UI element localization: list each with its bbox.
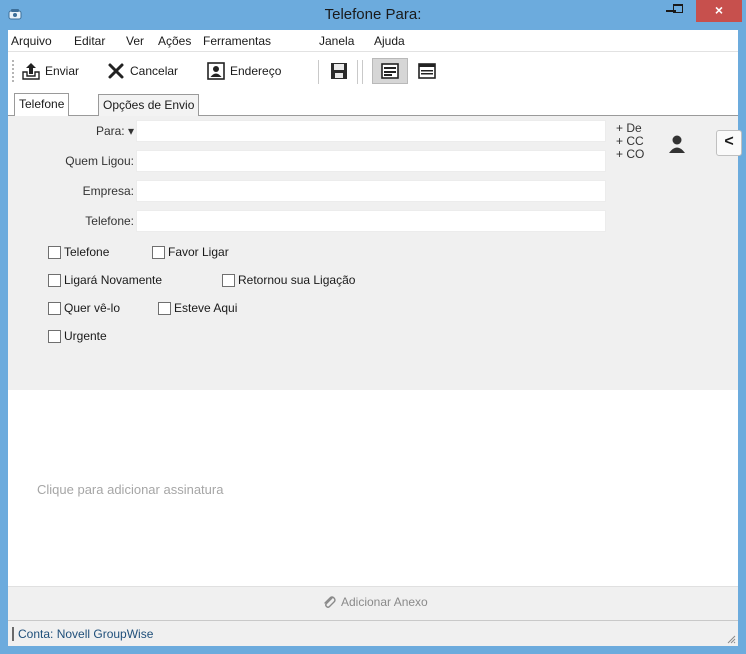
toolbar-grip[interactable] [12, 60, 14, 82]
tab-strip: Telefone Opções de Envio [8, 90, 738, 117]
checkbox-label: Retornou sua Ligação [238, 273, 356, 287]
menu-tools[interactable]: Ferramentas [203, 34, 271, 48]
checkbox-box [222, 273, 235, 287]
menu-bar: Arquivo Editar Ver Ações Ferramentas Jan… [8, 30, 738, 52]
cancel-button[interactable]: Cancelar [106, 60, 178, 82]
save-icon [331, 63, 347, 79]
add-cc-link[interactable]: + CC [616, 134, 644, 148]
checkbox-label: Quer vê-lo [64, 301, 121, 315]
maximize-button[interactable] [666, 0, 692, 22]
checkbox-label: Ligará Novamente [64, 273, 163, 287]
checkbox-label: Urgente [64, 329, 107, 343]
menu-edit[interactable]: Editar [74, 34, 105, 48]
checkbox-returned-call[interactable]: Retornou sua Ligação [222, 273, 355, 287]
to-label-text: Para: [95, 124, 125, 138]
send-button[interactable]: Enviar [21, 60, 79, 82]
toolbar-separator [357, 60, 358, 84]
to-field[interactable] [136, 120, 606, 142]
close-button[interactable]: × [696, 0, 742, 22]
menu-view[interactable]: Ver [126, 34, 144, 48]
form-view-icon [381, 63, 399, 79]
checkbox-label: Telefone [64, 245, 110, 259]
checkbox-will-call-again[interactable]: Ligará Novamente [48, 273, 162, 287]
toolbar: Enviar Cancelar Endereço [8, 52, 738, 90]
checkbox-box [48, 245, 61, 259]
title-bar: Telefone Para: × [0, 0, 746, 30]
message-window: Telefone Para: × Arquivo Editar Ver Açõe… [0, 0, 746, 654]
toolbar-separator [362, 60, 363, 84]
signature-placeholder[interactable]: Clique para adicionar assinatura [37, 482, 223, 497]
company-label: Empresa: [82, 184, 134, 198]
save-draft-button[interactable] [329, 60, 353, 82]
add-from-link[interactable]: + De [616, 121, 642, 135]
account-status: Conta: Novell GroupWise [12, 627, 153, 641]
view-form-button[interactable] [372, 58, 408, 84]
menu-window[interactable]: Janela [319, 34, 354, 48]
cancel-label: Cancelar [130, 64, 179, 78]
checkbox-phoned[interactable]: Telefone [48, 245, 109, 259]
menu-actions[interactable]: Ações [158, 34, 191, 48]
phone-field[interactable] [136, 210, 606, 232]
maximize-icon [673, 4, 683, 13]
menu-file[interactable]: Arquivo [11, 34, 52, 48]
checkbox-box [48, 329, 61, 343]
add-attachment-label: Adicionar Anexo [341, 595, 428, 609]
send-icon [22, 63, 40, 80]
phone-message-form: Para: ▾ Quem Ligou: Empresa: Telefone: +… [8, 116, 742, 390]
tab-telefone[interactable]: Telefone [14, 93, 70, 117]
checkbox-please-call[interactable]: Favor Ligar [152, 245, 229, 259]
add-attachment-button[interactable]: Adicionar Anexo [321, 594, 428, 610]
checkbox-box [48, 273, 61, 287]
caller-label: Quem Ligou: [65, 154, 134, 168]
send-label: Enviar [45, 64, 80, 78]
paperclip-icon [324, 596, 336, 608]
address-book-button[interactable]: Endereço [206, 60, 281, 82]
checkbox-box [48, 301, 61, 315]
status-bar: Conta: Novell GroupWise [8, 620, 738, 646]
resize-grip-icon[interactable] [726, 634, 736, 644]
to-dropdown-icon: ▾ [127, 124, 134, 138]
address-book-label: Endereço [230, 64, 282, 78]
view-text-button[interactable] [417, 60, 441, 82]
address-book-icon [207, 62, 225, 80]
attachment-bar: Adicionar Anexo [8, 586, 738, 616]
checkbox-box [158, 301, 171, 315]
window-title: Telefone Para: [324, 6, 422, 23]
toolbar-separator [318, 60, 319, 84]
checkbox-label: Favor Ligar [168, 245, 229, 259]
caller-field[interactable] [136, 150, 606, 172]
close-icon [108, 63, 124, 79]
to-label[interactable]: Para: ▾ [68, 124, 134, 138]
checkbox-wants-to-see-you[interactable]: Quer vê-lo [48, 301, 120, 315]
window-content: Arquivo Editar Ver Ações Ferramentas Jan… [8, 30, 742, 646]
checkbox-box [152, 245, 165, 259]
person-icon[interactable] [668, 134, 686, 154]
text-view-icon [418, 63, 436, 79]
add-bc-link[interactable]: + CO [616, 147, 644, 161]
message-body[interactable]: Clique para adicionar assinatura [8, 390, 738, 586]
checkbox-urgent[interactable]: Urgente [48, 329, 107, 343]
phone-label: Telefone: [85, 214, 134, 228]
menu-help[interactable]: Ajuda [374, 34, 405, 48]
checkbox-label: Esteve Aqui [174, 301, 238, 315]
tab-send-options[interactable]: Opções de Envio [98, 94, 200, 116]
checkbox-came-to-see-you[interactable]: Esteve Aqui [158, 301, 237, 315]
company-field[interactable] [136, 180, 606, 202]
collapse-panel-button[interactable]: < [716, 130, 742, 156]
